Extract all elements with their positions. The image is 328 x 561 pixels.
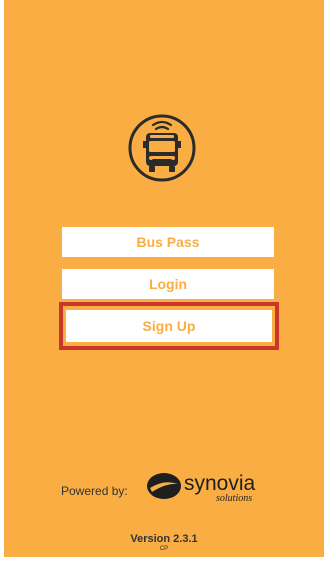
brand-name: synovia (184, 472, 256, 495)
version-label: Version 2.3.1 (130, 533, 198, 545)
build-label: CP (159, 546, 169, 552)
bus-pass-button[interactable]: Bus Pass (62, 227, 274, 257)
brand-sub: solutions (216, 493, 252, 504)
login-button[interactable]: Login (62, 269, 274, 299)
powered-by-label: Powered by: (61, 484, 128, 498)
sign-up-button[interactable]: Sign Up (66, 310, 272, 342)
synovia-logo: synovia solutions (144, 466, 274, 506)
app-screen: Bus Pass Login Sign Up Powered by: synov… (4, 0, 324, 557)
bus-signal-icon (122, 108, 202, 188)
